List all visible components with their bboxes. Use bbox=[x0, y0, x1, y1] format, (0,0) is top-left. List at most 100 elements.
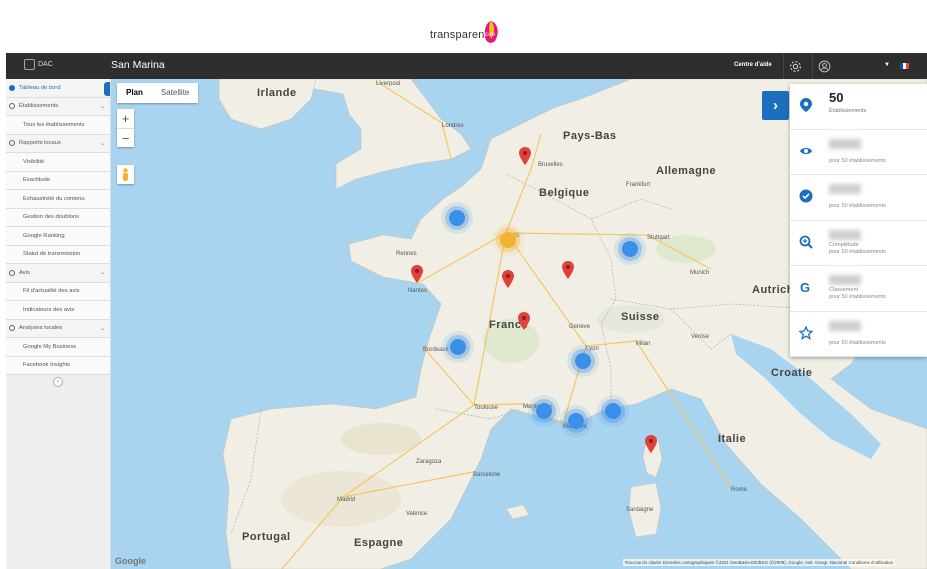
chevron-down-icon: ⌄ bbox=[99, 140, 105, 147]
country-label: Suisse bbox=[621, 311, 660, 323]
sidebar-item-label: Exhaustivité du contenu bbox=[23, 195, 85, 202]
city-label: Toulouse bbox=[474, 405, 499, 411]
city-label: Venise bbox=[691, 334, 710, 340]
zoom-in-button[interactable]: + bbox=[117, 109, 134, 128]
city-label: Bordeaux bbox=[423, 347, 449, 353]
sidebar-item[interactable]: Indicateurs des avis bbox=[6, 301, 110, 320]
sidebar-item[interactable]: Google My Business bbox=[6, 338, 110, 357]
map-cluster-marker[interactable] bbox=[536, 403, 552, 419]
svg-text:cee: cee bbox=[485, 32, 496, 38]
map-pin-icon[interactable] bbox=[645, 435, 657, 453]
city-label: Londres bbox=[442, 123, 464, 129]
sidebar-item[interactable]: Visibilité bbox=[6, 153, 110, 172]
map-type-plan[interactable]: Plan bbox=[117, 83, 152, 103]
sidebar-item[interactable]: Fil d'actualité des avis bbox=[6, 282, 110, 301]
star-icon bbox=[799, 325, 813, 340]
map-pin-icon[interactable] bbox=[519, 147, 531, 165]
sidebar-item[interactable]: Google Ranking bbox=[6, 227, 110, 246]
zoom-out-button[interactable]: − bbox=[117, 128, 134, 147]
stats-value-redacted bbox=[829, 184, 861, 194]
city-label: Rome bbox=[731, 487, 748, 493]
stats-value-redacted bbox=[829, 138, 861, 149]
map-cluster-marker[interactable] bbox=[450, 339, 466, 355]
language-flag[interactable] bbox=[900, 63, 909, 69]
settings-button[interactable] bbox=[783, 53, 807, 79]
sidebar-item[interactable]: Analyses locales ⌄ bbox=[6, 319, 110, 338]
sidebar-item[interactable]: Facebook Insights bbox=[6, 356, 110, 375]
sidebar-item-label: Fil d'actualité des avis bbox=[23, 288, 80, 295]
user-avatar-icon bbox=[818, 60, 831, 72]
sidebar-item[interactable]: Tableau de bord bbox=[6, 79, 110, 98]
stats-row[interactable]: Complétude pour 50 établissements bbox=[790, 221, 927, 266]
map-cluster-marker[interactable] bbox=[449, 210, 465, 226]
brand-logo: transparen cee bbox=[430, 21, 500, 48]
map-pin-icon[interactable] bbox=[562, 261, 574, 279]
sidebar-item-label: Visibilité bbox=[23, 158, 45, 165]
sidebar-item[interactable]: Gestion des doublons bbox=[6, 208, 110, 227]
map-pin-icon[interactable] bbox=[502, 270, 514, 288]
map-cluster-marker[interactable] bbox=[605, 403, 621, 419]
stats-row[interactable]: pour 50 établissements bbox=[790, 130, 927, 175]
map-pin-icon[interactable] bbox=[411, 265, 423, 283]
user-dropdown-caret[interactable]: ▼ bbox=[884, 62, 890, 68]
map-cluster-marker[interactable] bbox=[622, 241, 638, 257]
sidebar-item[interactable]: Tous les établissements bbox=[6, 116, 110, 135]
sidebar-item[interactable]: Exhaustivité du contenu bbox=[6, 190, 110, 209]
stats-sublabel: pour 50 établissements bbox=[829, 248, 886, 255]
panel-toggle-button[interactable]: › bbox=[762, 91, 789, 120]
map-attribution[interactable]: Raccourcis clavier Données cartographiqu… bbox=[623, 559, 896, 566]
sidebar-item[interactable]: Statut de transmission bbox=[6, 245, 110, 264]
chevron-down-icon: ⌄ bbox=[99, 270, 105, 276]
stats-label: Classement bbox=[829, 287, 859, 293]
stats-sublabel: pour 50 établissements bbox=[829, 294, 886, 300]
sidebar-item-label: Statut de transmission bbox=[23, 251, 81, 258]
brand-header: transparen cee bbox=[0, 0, 927, 53]
sidebar-collapse-button[interactable]: ‹ bbox=[53, 377, 63, 387]
map-view[interactable]: France Allemagne Belgique Suisse Italie Espag… bbox=[111, 79, 927, 569]
sidebar-item-label: Analyses locales bbox=[19, 325, 63, 332]
sidebar-item[interactable]: Rapports locaux ⌄ bbox=[6, 134, 110, 153]
stats-row[interactable]: G Classement pour 50 établissements bbox=[790, 266, 927, 312]
app-logo[interactable]: DAC bbox=[24, 59, 53, 70]
map-cluster-marker[interactable] bbox=[500, 232, 516, 248]
map-cluster-marker[interactable] bbox=[568, 413, 584, 429]
country-label: Irlande bbox=[257, 87, 297, 99]
stats-label: Établissements bbox=[829, 108, 867, 114]
sidebar-item[interactable]: Établissements ⌄ bbox=[6, 97, 110, 116]
sidebar-item-label: Google Ranking bbox=[23, 232, 65, 239]
user-menu-button[interactable] bbox=[812, 53, 836, 79]
sidebar-active-marker bbox=[104, 82, 110, 96]
sidebar-section-icon bbox=[9, 103, 15, 110]
city-label: Lyon bbox=[586, 346, 599, 352]
sidebar-item[interactable]: Exactitude bbox=[6, 171, 110, 190]
map-type-satellite[interactable]: Satellite bbox=[152, 83, 198, 103]
sidebar-section-icon bbox=[9, 269, 15, 276]
city-label: Zaragoza bbox=[416, 459, 442, 465]
map-pin-icon[interactable] bbox=[518, 312, 530, 330]
country-label: Portugal bbox=[242, 531, 291, 543]
city-label: Munich bbox=[690, 270, 710, 276]
stats-value-redacted bbox=[829, 229, 861, 240]
sidebar-item-label: Exactitude bbox=[23, 177, 51, 184]
sidebar-item-label: Tableau de bord bbox=[19, 84, 61, 91]
site-name: San Marina bbox=[111, 59, 165, 71]
stats-row[interactable]: 50 Établissements bbox=[790, 84, 927, 130]
street-view-pegman[interactable] bbox=[117, 165, 134, 184]
city-label: Madrid bbox=[337, 497, 356, 503]
map-cluster-marker[interactable] bbox=[575, 353, 591, 369]
stats-row[interactable]: pour 50 établissements bbox=[790, 175, 927, 221]
pin-icon bbox=[800, 98, 812, 112]
sidebar-item[interactable]: Avis ⌄ bbox=[6, 264, 110, 283]
help-center-link[interactable]: Centre d'aide bbox=[734, 62, 772, 68]
city-label: Milan bbox=[636, 341, 651, 347]
pegman-icon bbox=[123, 167, 128, 181]
chevron-right-icon: › bbox=[773, 97, 778, 114]
zoom-control: + − bbox=[117, 109, 134, 147]
sidebar-item-label: Gestion des doublons bbox=[23, 214, 80, 221]
sidebar-item-label: Facebook Insights bbox=[23, 362, 71, 369]
chevron-down-icon: ⌄ bbox=[99, 103, 105, 110]
city-label: Liverpool bbox=[376, 81, 401, 87]
stats-row[interactable]: pour 50 établissements bbox=[790, 312, 927, 357]
stats-label: pour 50 établissements bbox=[829, 339, 886, 346]
stats-label: pour 50 établissements bbox=[829, 157, 886, 164]
